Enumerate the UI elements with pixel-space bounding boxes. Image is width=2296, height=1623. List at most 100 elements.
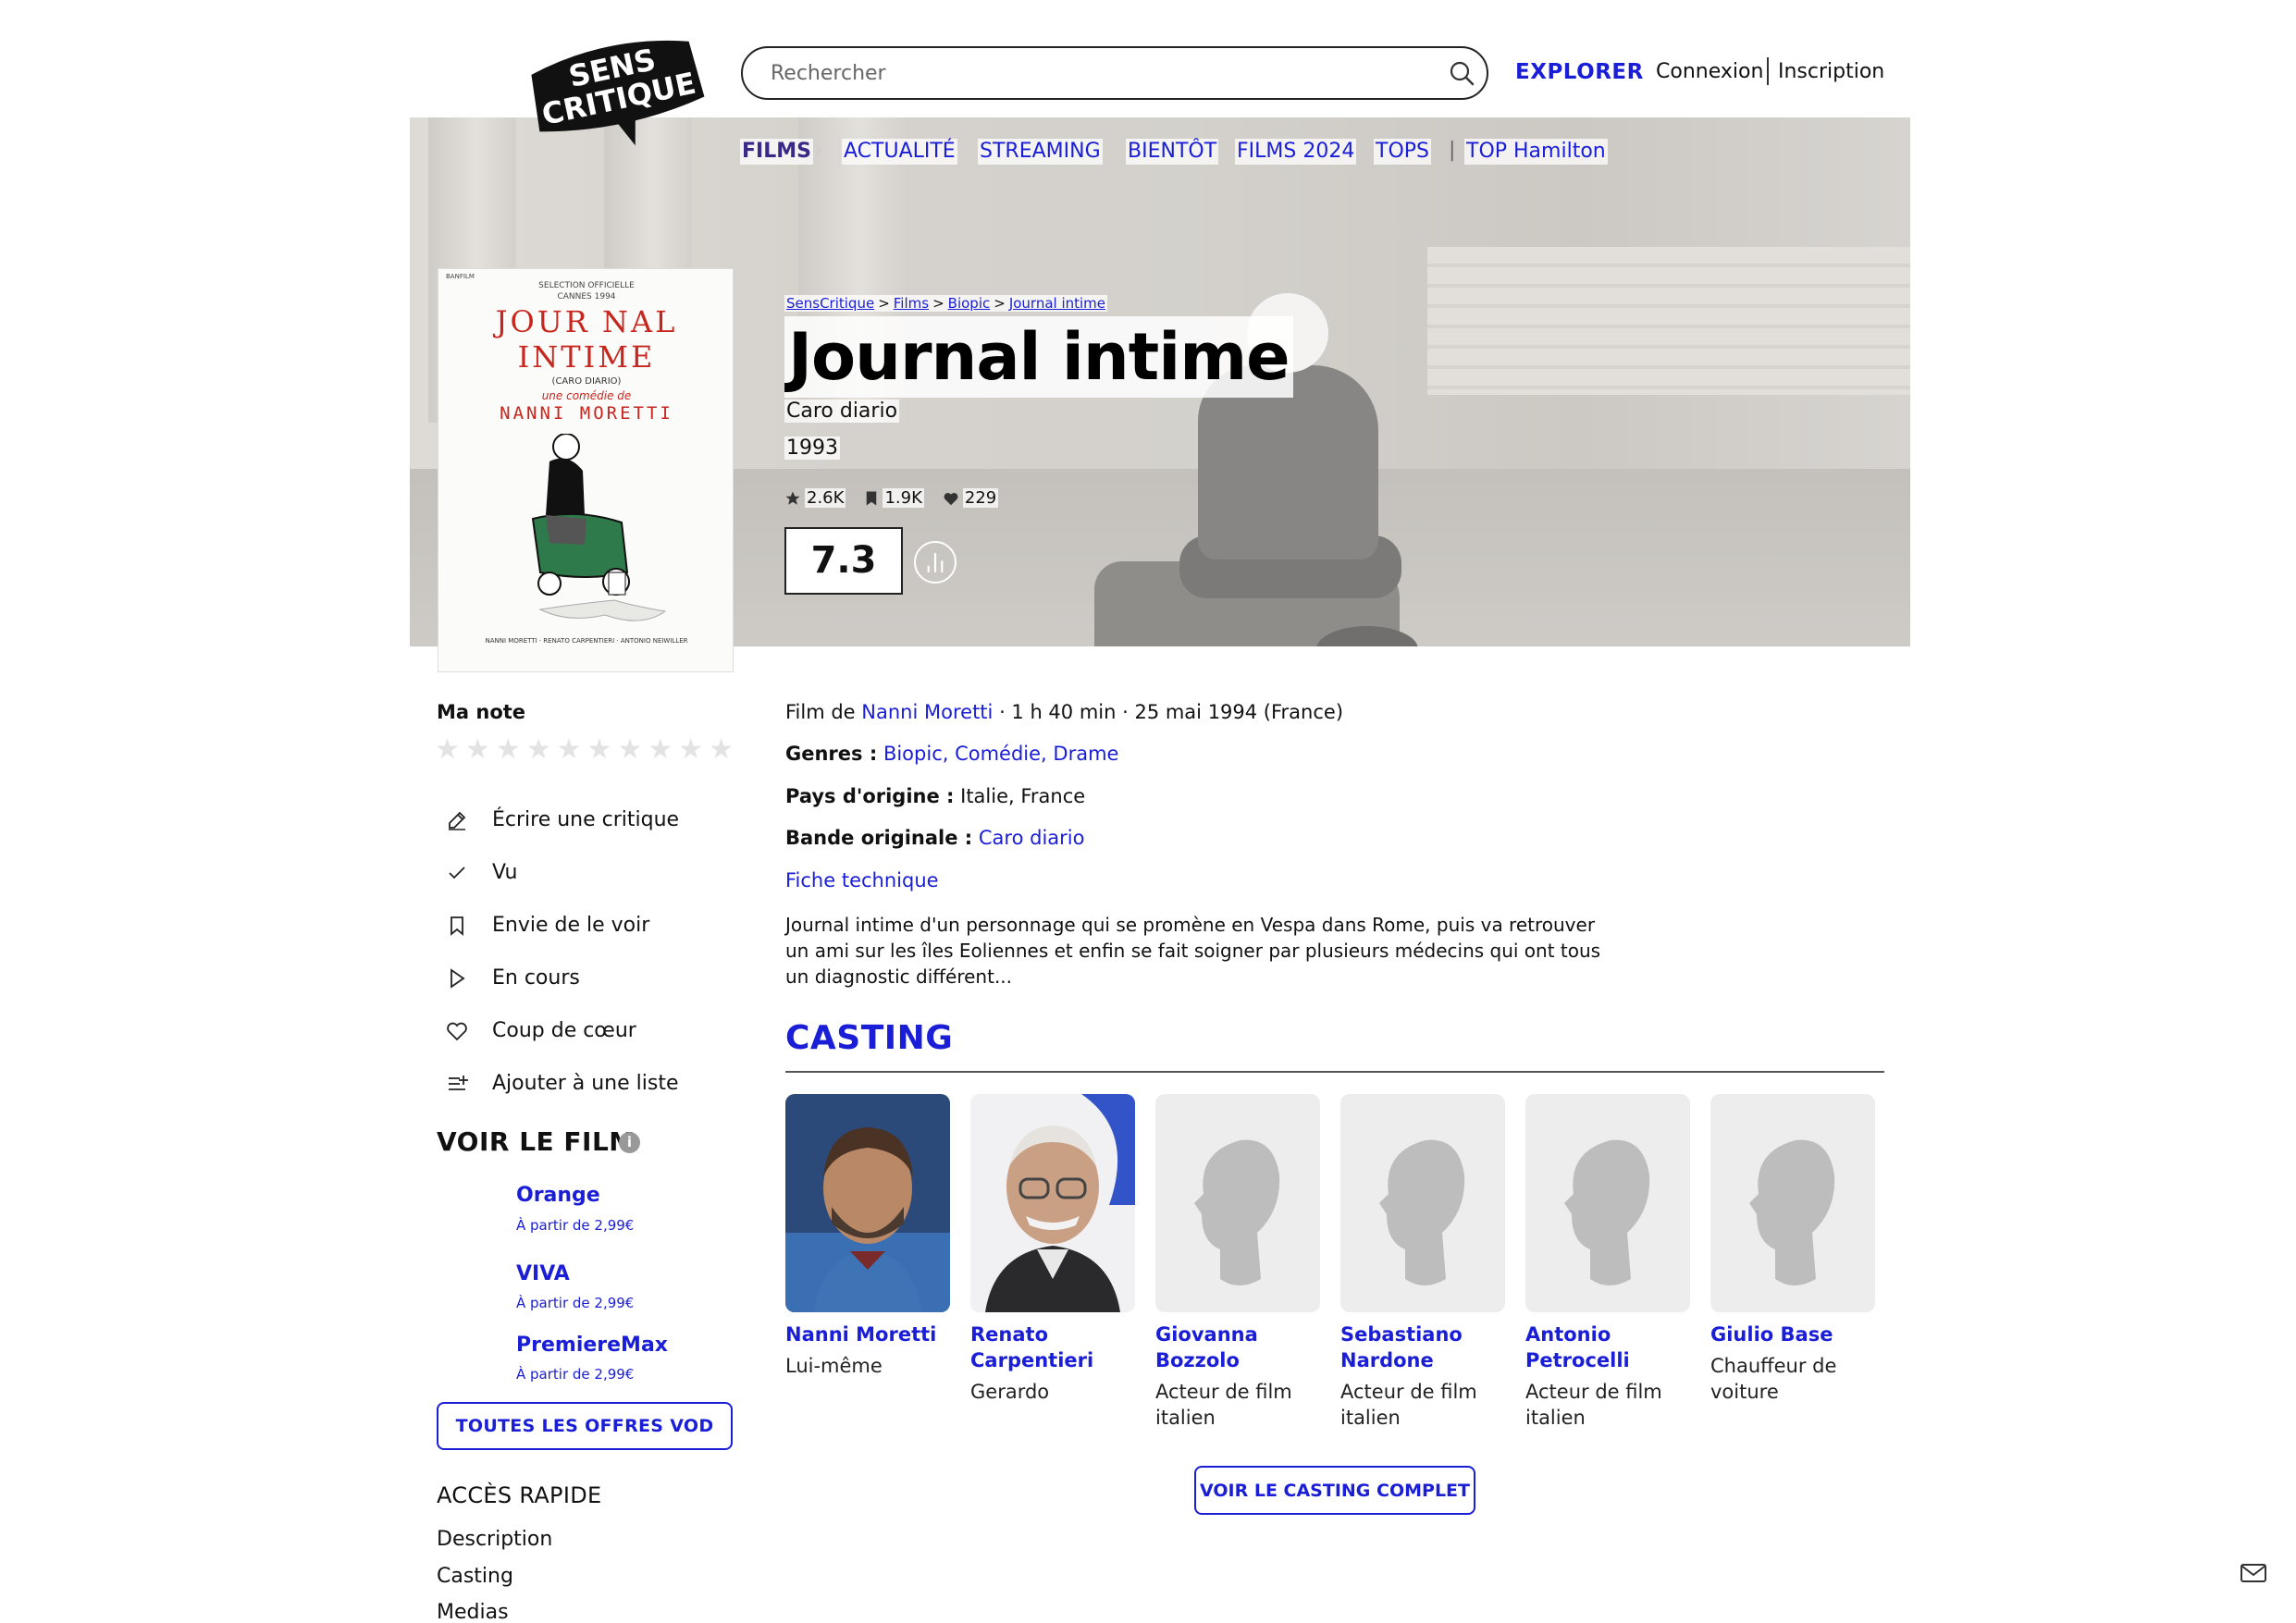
silhouette-placeholder-icon	[1525, 1094, 1690, 1312]
rating-star-icon[interactable]: ★	[526, 735, 551, 765]
vod-provider-viva[interactable]: VIVA	[516, 1262, 570, 1285]
action-write-review[interactable]: Écrire une critique	[440, 793, 679, 846]
vod-provider-orange[interactable]: Orange	[516, 1184, 600, 1207]
soundtrack-link[interactable]: Caro diario	[979, 827, 1085, 849]
cast-member[interactable]: Giovanna Bozzolo Acteur de film italien	[1155, 1094, 1320, 1431]
vod-price: À partir de 2,99€	[516, 1295, 635, 1311]
cast-member[interactable]: Sebastiano Nardone Acteur de film italie…	[1340, 1094, 1505, 1431]
user-actions: Écrire une critique Vu Envie de le voir …	[440, 793, 679, 1110]
breadcrumb-biopic[interactable]: Biopic	[945, 295, 993, 312]
actor-name[interactable]: Renato Carpentieri	[970, 1322, 1135, 1373]
rating-star-icon[interactable]: ★	[587, 735, 612, 765]
list-add-icon	[440, 1067, 474, 1100]
explorer-link[interactable]: EXPLORER	[1515, 60, 1644, 84]
watch-film-heading: VOIR LE FILM	[437, 1126, 636, 1157]
cast-member[interactable]: Renato Carpentieri Gerardo	[970, 1094, 1135, 1405]
quick-link-casting[interactable]: Casting	[437, 1565, 513, 1588]
silhouette-placeholder-icon	[1155, 1094, 1320, 1312]
actor-name[interactable]: Nanni Moretti	[785, 1322, 950, 1347]
cast-member[interactable]: Giulio Base Chauffeur de voiture	[1710, 1094, 1875, 1405]
breadcrumb-current[interactable]: Journal intime	[1006, 295, 1108, 312]
rating-star-icon[interactable]: ★	[648, 735, 673, 765]
nav-separator: |	[1449, 139, 1456, 162]
quick-link-medias[interactable]: Medias	[437, 1601, 509, 1623]
all-vod-offers-button[interactable]: TOUTES LES OFFRES VOD	[437, 1402, 733, 1450]
rating-star-icon[interactable]: ★	[557, 735, 582, 765]
senscritique-logo[interactable]: SENS CRITIQUE	[520, 30, 714, 152]
nav-bientot[interactable]: BIENTÔT	[1126, 139, 1219, 165]
actor-name[interactable]: Sebastiano Nardone	[1340, 1322, 1505, 1373]
nav-films-2024[interactable]: FILMS 2024	[1235, 139, 1357, 165]
inscription-link[interactable]: Inscription	[1778, 60, 1884, 83]
ratings-count: 2.6K	[784, 488, 846, 508]
poster-title: JOUR NAL INTIME	[495, 304, 678, 375]
film-credits-line: Film de Nanni Moretti · 1 h 40 min · 25 …	[785, 701, 1344, 723]
rating-distribution-icon[interactable]	[914, 541, 957, 584]
rating-star-icon[interactable]: ★	[709, 735, 734, 765]
vod-provider-premieremax[interactable]: PremiereMax	[516, 1334, 668, 1357]
casting-heading: CASTING	[785, 1019, 954, 1057]
film-stats: 2.6K 1.9K 229	[784, 488, 999, 508]
likes-count: 229	[943, 488, 999, 508]
breadcrumb-senscritique[interactable]: SensCritique	[784, 295, 877, 312]
release-year: 1993	[784, 436, 840, 460]
full-casting-button[interactable]: VOIR LE CASTING COMPLET	[1194, 1466, 1475, 1515]
breadcrumb-films[interactable]: Films	[891, 295, 932, 312]
rating-star-icon[interactable]: ★	[435, 735, 460, 765]
cast-member[interactable]: Nanni Moretti Lui-même	[785, 1094, 950, 1379]
rating-star-icon[interactable]: ★	[465, 735, 490, 765]
nav-films[interactable]: FILMS	[740, 139, 813, 165]
chevron-right-icon: ›	[814, 139, 822, 162]
search-input[interactable]	[741, 46, 1488, 100]
poster-credits: NANNI MORETTI · RENATO CARPENTIERI · ANT…	[485, 637, 688, 645]
star-rating-input[interactable]: ★ ★ ★ ★ ★ ★ ★ ★ ★ ★	[435, 735, 734, 765]
rating-star-icon[interactable]: ★	[678, 735, 703, 765]
genres-links[interactable]: Biopic, Comédie, Drame	[883, 743, 1119, 765]
nav-tops[interactable]: TOPS	[1374, 139, 1431, 165]
wishlist-count: 1.9K	[864, 488, 924, 508]
actor-name[interactable]: Giulio Base	[1710, 1322, 1875, 1347]
director-link[interactable]: Nanni Moretti	[861, 701, 993, 723]
action-in-progress[interactable]: En cours	[440, 952, 679, 1004]
actor-role: Acteur de film italien	[1525, 1381, 1662, 1429]
nav-top-hamilton[interactable]: TOP Hamilton	[1464, 139, 1608, 165]
quick-link-description[interactable]: Description	[437, 1528, 552, 1551]
soundtrack-row: Bande originale : Caro diario	[785, 827, 1085, 849]
actor-role: Lui-même	[785, 1355, 883, 1377]
rating-star-icon[interactable]: ★	[496, 735, 521, 765]
actor-name[interactable]: Giovanna Bozzolo	[1155, 1322, 1320, 1373]
actor-photo	[785, 1094, 950, 1312]
quick-access-heading: ACCÈS RAPIDE	[437, 1482, 602, 1508]
poster-selection: SELECTION OFFICIELLE CANNES 1994	[538, 281, 635, 301]
average-rating: 7.3	[784, 527, 903, 595]
action-favorite[interactable]: Coup de cœur	[440, 1004, 679, 1057]
action-seen[interactable]: Vu	[440, 846, 679, 899]
poster-subtitle: (CARO DIARIO)	[551, 376, 622, 387]
play-icon	[440, 962, 474, 995]
pencil-icon	[440, 804, 474, 837]
search-icon[interactable]	[1448, 59, 1475, 87]
mail-icon[interactable]	[2240, 1562, 2267, 1584]
star-icon	[785, 491, 800, 505]
cast-member[interactable]: Antonio Petrocelli Acteur de film italie…	[1525, 1094, 1690, 1431]
action-want-to-see[interactable]: Envie de le voir	[440, 899, 679, 952]
rating-star-icon[interactable]: ★	[617, 735, 642, 765]
technical-sheet-link[interactable]: Fiche technique	[785, 869, 939, 891]
genres-row: Genres : Biopic, Comédie, Drame	[785, 743, 1119, 765]
bookmark-icon	[440, 909, 474, 942]
action-add-to-list[interactable]: Ajouter à une liste	[440, 1057, 679, 1110]
poster-director: NANNI MORETTI	[500, 403, 673, 424]
casting-divider	[785, 1071, 1884, 1073]
connexion-link[interactable]: Connexion	[1656, 60, 1763, 83]
nav-actualite[interactable]: ACTUALITÉ	[842, 139, 957, 165]
nav-streaming[interactable]: STREAMING	[978, 139, 1103, 165]
heart-icon	[440, 1014, 474, 1048]
film-poster[interactable]: BANFILM SELECTION OFFICIELLE CANNES 1994…	[438, 268, 734, 672]
my-rating-label: Ma note	[437, 701, 526, 723]
page-title: Journal intime	[784, 316, 1293, 398]
heart-icon	[944, 492, 958, 505]
info-icon[interactable]: i	[619, 1132, 640, 1153]
actor-name[interactable]: Antonio Petrocelli	[1525, 1322, 1690, 1373]
original-title: Caro diario	[784, 400, 900, 423]
actor-role: Acteur de film italien	[1155, 1381, 1292, 1429]
